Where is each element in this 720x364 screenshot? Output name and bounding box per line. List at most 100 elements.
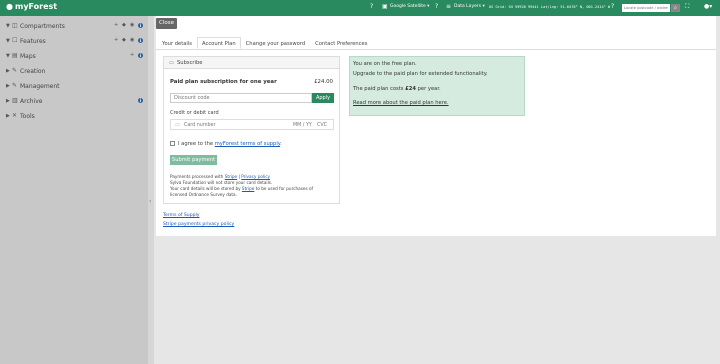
fine-print-os-data: licensed Ordnance Survey data. bbox=[170, 192, 237, 197]
card-cvc-placeholder: CVC bbox=[317, 123, 327, 128]
sidebar-item-creation[interactable]: ▶ ✎ Creation bbox=[0, 65, 148, 77]
visibility-icon[interactable]: ◉ bbox=[130, 22, 134, 28]
info-icon[interactable]: i bbox=[138, 23, 143, 28]
card-icon: ▭ bbox=[175, 122, 180, 128]
card-expiry-placeholder: MM / YY bbox=[293, 123, 312, 128]
add-icon[interactable]: + bbox=[114, 37, 118, 43]
sidebar-resize-handle[interactable]: ‹ bbox=[148, 16, 154, 364]
read-more-link[interactable]: Read more about the paid plan here. bbox=[353, 100, 449, 106]
stripe-privacy-link[interactable]: Stripe payments privacy policy bbox=[163, 222, 234, 227]
tab-contact-preferences[interactable]: Contact Preferences bbox=[310, 37, 372, 49]
caret-right-icon[interactable]: ▶ bbox=[6, 83, 10, 89]
app-title: myForest bbox=[14, 2, 58, 11]
card-number-placeholder: Card number bbox=[184, 123, 216, 128]
card-input[interactable]: ▭ Card number MM / YY CVC bbox=[170, 119, 334, 130]
search-icon[interactable]: ⌕ bbox=[671, 4, 680, 12]
apply-button[interactable]: Apply bbox=[312, 93, 334, 103]
top-bar: ● myForest ? ▣ Google Satellite ▾ ? ≡ Da… bbox=[0, 0, 720, 16]
agree-prefix: I agree to the bbox=[178, 141, 215, 147]
credit-card-icon: ▭ bbox=[169, 60, 174, 66]
processed-prefix: Payments processed with bbox=[170, 174, 225, 179]
tools-icon: ✕ bbox=[12, 112, 18, 119]
processed-line: Payments processed with Stripe | Privacy… bbox=[170, 174, 270, 179]
plan-name: Paid plan subscription for one year bbox=[170, 79, 277, 85]
fine3-prefix: Your card details will be stored by bbox=[170, 186, 242, 191]
sidebar-item-label: Compartments bbox=[20, 23, 65, 30]
data-layers-dropdown[interactable]: Data Layers ▾ bbox=[454, 4, 485, 9]
help-icon[interactable]: ? bbox=[370, 3, 373, 10]
layers-icon: ≡ bbox=[446, 3, 452, 10]
agree-label: I agree to the myForest terms of supply. bbox=[178, 141, 282, 147]
agree-checkbox[interactable] bbox=[170, 141, 175, 146]
basemap-icon: ▣ bbox=[382, 3, 388, 10]
caret-right-icon[interactable]: ▶ bbox=[6, 98, 10, 104]
upgrade-text: Upgrade to the paid plan for extended fu… bbox=[353, 71, 488, 77]
management-icon: ✎ bbox=[12, 82, 18, 89]
sidebar-item-maps[interactable]: ▼ ▤ Maps + i bbox=[0, 50, 148, 62]
help-icon-2[interactable]: ? bbox=[435, 3, 438, 10]
help-icon-3[interactable]: ? bbox=[611, 3, 614, 10]
stripe-link[interactable]: Stripe bbox=[225, 174, 237, 179]
add-icon[interactable]: + bbox=[114, 22, 118, 28]
add-icon[interactable]: + bbox=[130, 52, 134, 58]
submit-payment-button[interactable]: Submit payment bbox=[170, 155, 217, 165]
features-icon: ☐ bbox=[12, 37, 18, 44]
location-search-input[interactable] bbox=[622, 4, 670, 12]
tab-your-details[interactable]: Your details bbox=[157, 37, 197, 49]
sidebar-item-label: Tools bbox=[20, 113, 35, 120]
plan-price: £24.00 bbox=[314, 79, 333, 85]
collapse-chevron-icon[interactable]: ‹ bbox=[149, 198, 151, 205]
caret-down-icon[interactable]: ▼ bbox=[6, 38, 10, 44]
sidebar-item-tools[interactable]: ▶ ✕ Tools bbox=[0, 110, 148, 122]
compartments-icon: ◫ bbox=[12, 22, 18, 29]
tag-icon[interactable]: ◆ bbox=[122, 37, 126, 43]
tab-divider bbox=[156, 49, 716, 50]
sidebar-item-label: Creation bbox=[20, 68, 46, 75]
info-icon[interactable]: i bbox=[138, 53, 143, 58]
sidebar-item-compartments[interactable]: ▼ ◫ Compartments + ◆ ◉ i bbox=[0, 20, 148, 32]
fine-print-stripe: Your card details will be stored by Stri… bbox=[170, 186, 313, 191]
subscribe-header: ▭ Subscribe bbox=[164, 57, 339, 69]
sidebar-item-features[interactable]: ▼ ☐ Features + ◆ ◉ i bbox=[0, 35, 148, 47]
user-menu-icon[interactable]: ●▾ bbox=[704, 3, 712, 10]
caret-right-icon[interactable]: ▶ bbox=[6, 68, 10, 74]
visibility-icon[interactable]: ◉ bbox=[130, 37, 134, 43]
caret-right-icon[interactable]: ▶ bbox=[6, 113, 10, 119]
creation-icon: ✎ bbox=[12, 67, 18, 74]
sidebar-item-management[interactable]: ▶ ✎ Management bbox=[0, 80, 148, 92]
caret-down-icon[interactable]: ▼ bbox=[6, 23, 10, 29]
coordinates-readout: OS Grid: SH 59928 99441 Lat/Lng: 51.6478… bbox=[489, 5, 611, 9]
terms-of-supply-footer-link[interactable]: Terms of Supply bbox=[163, 213, 200, 218]
close-button[interactable]: Close bbox=[156, 18, 177, 29]
basemap-dropdown[interactable]: Google Satellite ▾ bbox=[390, 4, 429, 9]
discount-code-input[interactable] bbox=[170, 93, 312, 103]
sidebar: ▼ ◫ Compartments + ◆ ◉ i ▼ ☐ Features + … bbox=[0, 16, 148, 364]
caret-down-icon[interactable]: ▼ bbox=[6, 53, 10, 59]
sidebar-item-label: Management bbox=[20, 83, 60, 90]
subscribe-title: Subscribe bbox=[177, 60, 203, 66]
maps-icon: ▤ bbox=[12, 52, 18, 59]
tab-change-password[interactable]: Change your password bbox=[241, 37, 310, 49]
plan-info-box: You are on the free plan. Upgrade to the… bbox=[349, 56, 525, 116]
sidebar-item-archive[interactable]: ▶ ▥ Archive i bbox=[0, 95, 148, 107]
terms-of-supply-link[interactable]: myForest terms of supply bbox=[215, 141, 280, 147]
privacy-policy-link[interactable]: Privacy policy bbox=[241, 174, 270, 179]
tag-icon[interactable]: ◆ bbox=[122, 22, 126, 28]
info-icon[interactable]: i bbox=[138, 98, 143, 103]
tab-account-plan[interactable]: Account Plan bbox=[197, 37, 241, 49]
map-pin-icon: ● bbox=[6, 2, 13, 11]
fullscreen-icon[interactable]: ⛶ bbox=[685, 3, 689, 11]
tab-bar: Your details Account Plan Change your pa… bbox=[157, 37, 372, 49]
stripe-link-2[interactable]: Stripe bbox=[242, 186, 254, 191]
archive-icon: ▥ bbox=[12, 97, 18, 104]
info-icon[interactable]: i bbox=[138, 38, 143, 43]
sidebar-item-label: Archive bbox=[20, 98, 43, 105]
plan-cost-text: The paid plan costs £24 per year. bbox=[353, 86, 441, 92]
sidebar-item-label: Maps bbox=[20, 53, 36, 60]
fine3-suffix: to be used for purchases of bbox=[254, 186, 314, 191]
app-logo[interactable]: ● myForest bbox=[6, 2, 57, 11]
agree-suffix: . bbox=[280, 141, 282, 147]
subscribe-panel: ▭ Subscribe Paid plan subscription for o… bbox=[163, 56, 340, 204]
cost-suffix: per year. bbox=[415, 86, 441, 92]
fine-print-storage: Sylva Foundation will not store your car… bbox=[170, 180, 273, 185]
